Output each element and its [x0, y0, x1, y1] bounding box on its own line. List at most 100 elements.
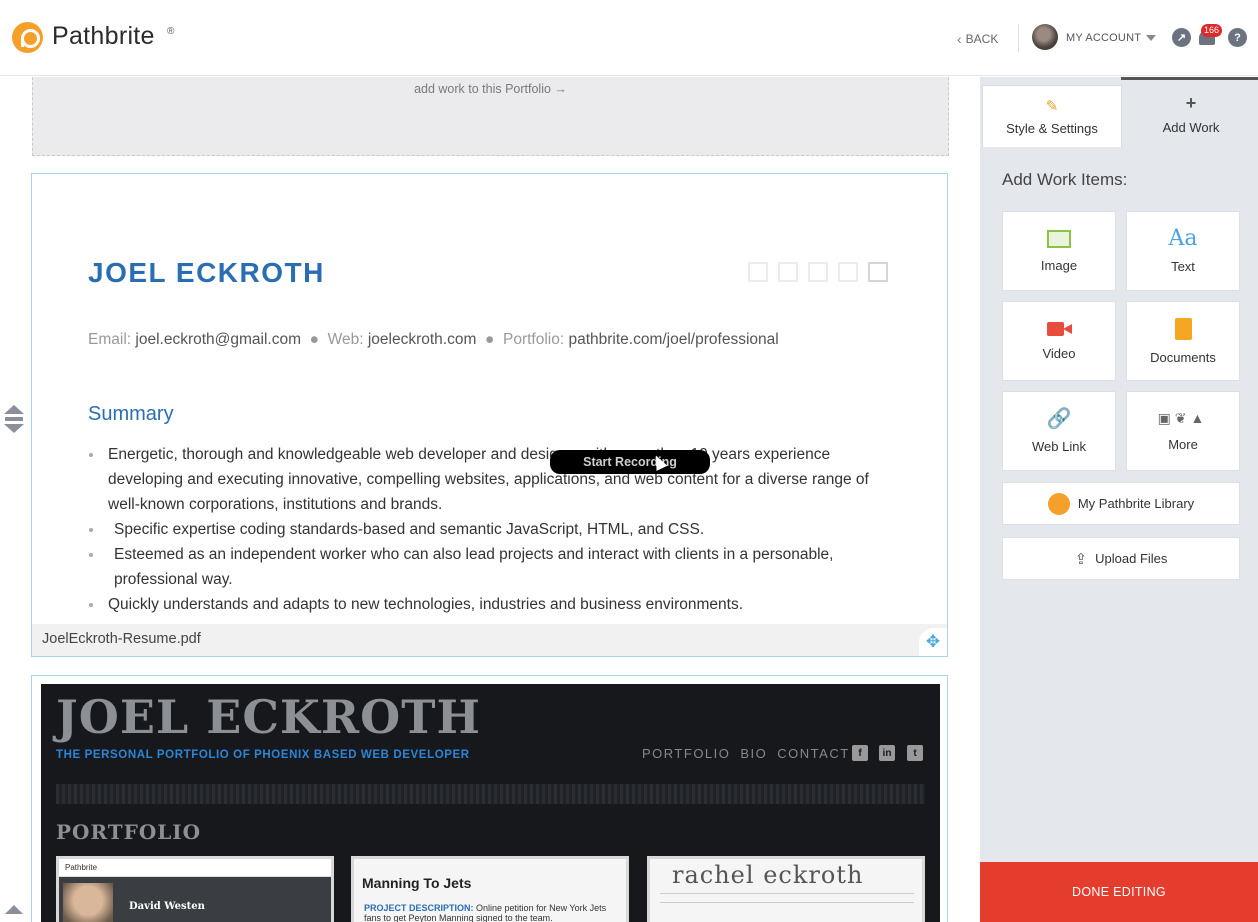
- social-square-icon: [838, 262, 858, 282]
- thumb-brand: Pathbrite: [59, 859, 331, 877]
- linkedin-icon: in: [879, 745, 895, 761]
- my-library-button[interactable]: My Pathbrite Library: [1002, 482, 1240, 525]
- add-work-drop-zone[interactable]: add work to this Portfolio →: [32, 77, 949, 156]
- pathbrite-logo-icon[interactable]: [12, 22, 43, 53]
- header-divider: [1018, 24, 1019, 52]
- right-sidebar: ✎ Style & Settings + Add Work Add Work I…: [980, 77, 1258, 922]
- social-square-icon: [748, 262, 768, 282]
- scroll-up-icon[interactable]: [5, 905, 23, 914]
- list-item: Esteemed as an independent worker who ca…: [88, 542, 888, 592]
- registered-mark: ®: [167, 26, 175, 37]
- social-square-icon: [808, 262, 828, 282]
- upload-icon: ⇪: [1074, 550, 1088, 568]
- add-more-button[interactable]: ▣❦▲ More: [1126, 391, 1240, 471]
- social-square-icon: [778, 262, 798, 282]
- move-icon[interactable]: ✥: [919, 628, 947, 656]
- website-preview: JOEL ECKROTH THE PERSONAL PORTFOLIO OF P…: [41, 684, 940, 922]
- grip-down: [4, 424, 24, 433]
- thumb-description: PROJECT DESCRIPTION: Online petition for…: [364, 903, 624, 922]
- resume-name: JOEL ECKROTH: [88, 257, 325, 288]
- thumb-person-name: David Westen: [129, 901, 205, 912]
- bullet-sep: ●: [305, 331, 328, 348]
- upload-files-button[interactable]: ⇪ Upload Files: [1002, 537, 1240, 580]
- site-tagline: THE PERSONAL PORTFOLIO OF PHOENIX BASED …: [56, 749, 470, 761]
- tab-label: Style & Settings: [1006, 121, 1098, 136]
- chevron-left-icon: ‹: [957, 31, 962, 47]
- back-link[interactable]: ‹ BACK: [957, 31, 998, 47]
- work-item-caption[interactable]: JoelEckroth-Resume.pdf: [32, 624, 947, 656]
- thumb-site-name: rachel eckroth: [672, 861, 864, 889]
- video-icon: [1047, 321, 1072, 336]
- text-icon: Aa: [1168, 225, 1198, 251]
- email-label: Email:: [88, 331, 132, 348]
- top-header: Pathbrite ® ‹ BACK MY ACCOUNT ↗ 166 ?: [0, 0, 1258, 76]
- add-weblink-button[interactable]: 🔗 Web Link: [1002, 391, 1116, 471]
- bullet-sep: ●: [480, 331, 503, 348]
- tile-label: Text: [1171, 258, 1195, 274]
- list-item: Energetic, thorough and knowledgeable we…: [88, 442, 888, 517]
- plus-icon: +: [1185, 92, 1197, 113]
- tile-label: Documents: [1150, 349, 1216, 365]
- document-icon: [1174, 317, 1192, 340]
- social-square-icon: [868, 262, 888, 282]
- site-nav-item: BIO: [740, 746, 768, 761]
- drop-hint: add work to this Portfolio →: [414, 82, 567, 96]
- logo-text[interactable]: Pathbrite: [52, 22, 155, 51]
- activity-icon[interactable]: ↗: [1172, 28, 1191, 47]
- add-video-button[interactable]: Video: [1002, 301, 1116, 381]
- grip-up: [4, 405, 24, 414]
- tab-style-settings[interactable]: ✎ Style & Settings: [982, 85, 1122, 147]
- thumb-nav-bar: [660, 893, 914, 903]
- reorder-handle-icon[interactable]: [4, 405, 24, 435]
- help-icon[interactable]: ?: [1228, 28, 1247, 47]
- avatar[interactable]: [1032, 24, 1058, 50]
- summary-list: Energetic, thorough and knowledgeable we…: [88, 442, 888, 617]
- add-documents-button[interactable]: Documents: [1126, 301, 1240, 381]
- tab-add-work[interactable]: + Add Work: [1121, 77, 1258, 147]
- add-text-button[interactable]: Aa Text: [1126, 211, 1240, 291]
- resume-contact-line: Email: joel.eckroth@gmail.com ● Web: joe…: [88, 331, 779, 349]
- web-value: joeleckroth.com: [367, 331, 477, 348]
- thumb-desc-label: PROJECT DESCRIPTION:: [364, 903, 474, 913]
- add-image-button[interactable]: Image: [1002, 211, 1116, 291]
- done-editing-button[interactable]: DONE EDITING: [980, 862, 1258, 922]
- notification-badge: 166: [1201, 24, 1223, 37]
- facebook-icon: f: [852, 745, 868, 761]
- portfolio-thumb-pathbrite: Pathbrite David Westen: [56, 856, 334, 922]
- library-label: My Pathbrite Library: [1077, 496, 1195, 511]
- tile-label: Image: [1040, 257, 1078, 273]
- back-label: BACK: [965, 32, 999, 46]
- site-band: [56, 784, 925, 804]
- upload-label: Upload Files: [1095, 551, 1168, 566]
- site-nav-item: PORTFOLIO: [642, 746, 731, 761]
- add-work-heading: Add Work Items:: [1002, 170, 1128, 189]
- start-recording-button[interactable]: Start Recording: [550, 450, 710, 474]
- image-icon: [1047, 229, 1071, 248]
- thumb-person-photo: [63, 883, 113, 922]
- site-section-heading: PORTFOLIO: [56, 820, 202, 844]
- more-sources-icon: ▣❦▲: [1157, 410, 1209, 426]
- tab-label: Add Work: [1162, 119, 1220, 135]
- work-item-website[interactable]: JOEL ECKROTH THE PERSONAL PORTFOLIO OF P…: [31, 675, 948, 922]
- list-item: Quickly understands and adapts to new te…: [88, 592, 888, 617]
- work-item-resume[interactable]: JOEL ECKROTH Email: joel.eckroth@gmail.c…: [31, 173, 948, 657]
- web-label: Web:: [327, 331, 364, 348]
- site-nav: PORTFOLIO BIO CONTACT: [642, 746, 850, 761]
- tile-label: Video: [1042, 345, 1076, 361]
- my-account-menu[interactable]: MY ACCOUNT: [1066, 32, 1141, 44]
- email-value: joel.eckroth@gmail.com: [135, 331, 302, 348]
- grip-bar: [5, 417, 23, 421]
- link-icon: 🔗: [1046, 407, 1072, 430]
- site-name: JOEL ECKROTH: [56, 690, 481, 744]
- tile-label: Web Link: [1032, 438, 1086, 454]
- pathbrite-logo-icon: [1047, 492, 1070, 515]
- caret-down-icon[interactable]: [1146, 35, 1156, 41]
- site-nav-item: CONTACT: [777, 746, 850, 761]
- portfolio-canvas: add work to this Portfolio → JOEL ECKROT…: [0, 77, 980, 922]
- portfolio-thumb-manning: Manning To Jets PROJECT DESCRIPTION: Onl…: [351, 856, 629, 922]
- portfolio-value: pathbrite.com/joel/professional: [568, 331, 779, 348]
- thumb-title: Manning To Jets: [362, 875, 472, 891]
- twitter-icon: t: [907, 745, 923, 761]
- summary-heading: Summary: [88, 403, 174, 425]
- list-item: Specific expertise coding standards-base…: [88, 517, 888, 542]
